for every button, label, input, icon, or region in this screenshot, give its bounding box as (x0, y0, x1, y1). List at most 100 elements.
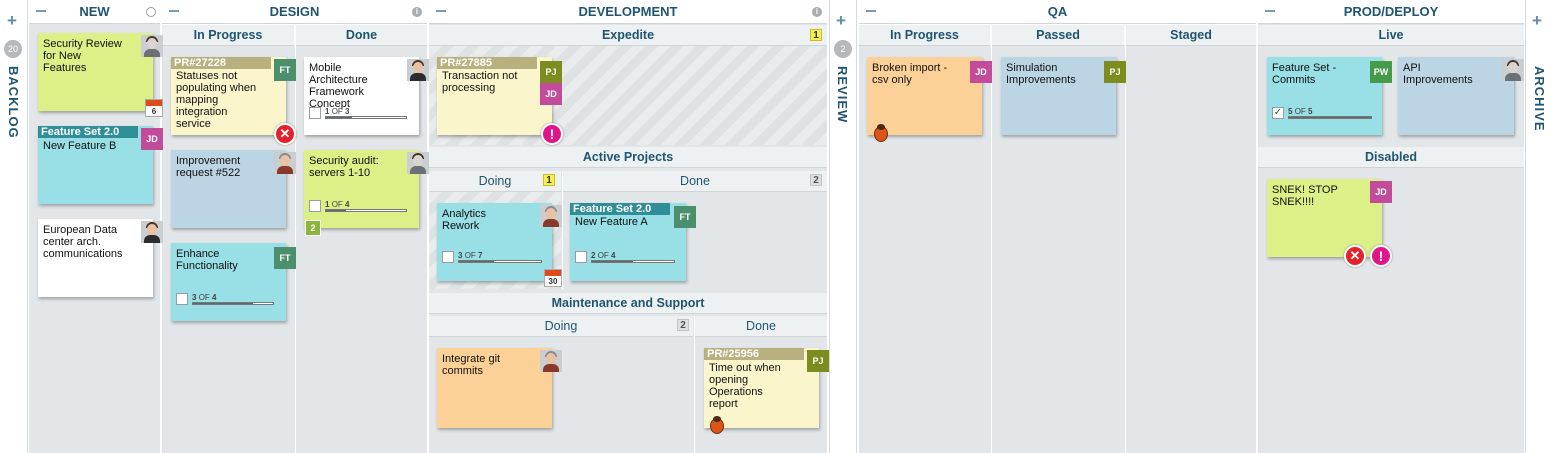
swimlane-live[interactable]: Live (1258, 25, 1524, 46)
card-title: New Feature A (575, 216, 648, 228)
exclamation-icon[interactable]: ! (541, 123, 563, 145)
subcolumn-ms-doing[interactable]: Doing (429, 316, 693, 337)
backlog-expand-icon[interactable]: + (7, 12, 17, 29)
card-analytics-rework[interactable]: Analytics Rework 3 OF 7 30 (437, 203, 562, 287)
card-title: Feature Set - Commits (1272, 62, 1337, 86)
subcolumn-design-in-progress[interactable]: In Progress (162, 25, 294, 46)
column-header-qa[interactable]: QA (859, 0, 1256, 24)
task-progress[interactable]: 1 OF 3 (309, 107, 409, 119)
subcolumn-qa-passed[interactable]: Passed (992, 25, 1124, 46)
card-type-band: Feature Set 2.0 (38, 126, 138, 138)
ms-doing-wip-limit: 2 (677, 319, 689, 331)
x-circle-icon[interactable]: ✕ (1344, 245, 1366, 267)
task-progress[interactable]: ✓ 5 OF 5 (1272, 107, 1377, 119)
card-title: Transaction not processing (442, 70, 518, 94)
collapse-development-icon[interactable] (436, 10, 446, 12)
collapse-qa-icon[interactable] (866, 10, 876, 12)
card-type-band: PR#27228 (171, 57, 271, 69)
user-avatar[interactable] (1502, 59, 1524, 81)
card-mobile-architecture[interactable]: Mobile Architecture Framework Concept 1 … (304, 57, 429, 135)
card-pr27228[interactable]: PR#27228 Statuses not populating when ma… (171, 57, 296, 145)
review-label[interactable]: REVIEW (835, 66, 850, 123)
subcolumn-qa-staged[interactable]: Staged (1126, 25, 1256, 46)
bug-icon[interactable] (710, 416, 724, 434)
task-progress[interactable]: 2 OF 4 (575, 251, 680, 263)
qa-divider-1 (991, 46, 992, 453)
new-options-icon[interactable] (146, 7, 156, 17)
archive-label[interactable]: ARCHIVE (1532, 66, 1547, 132)
swimlane-expedite[interactable]: Expedite (429, 25, 827, 46)
task-progress[interactable]: 3 OF 7 (442, 251, 547, 263)
user-avatar[interactable]: PW (1370, 61, 1392, 83)
column-header-prod[interactable]: PROD/DEPLOY (1258, 0, 1524, 24)
card-security-audit[interactable]: Security audit: servers 1-10 1 OF 4 2 (304, 150, 429, 236)
kanban-board: + 20 BACKLOG NEW DESIGN i In Progress Do… (0, 0, 1554, 453)
collapse-prod-icon[interactable] (1265, 10, 1275, 12)
qa-divider-2 (1125, 46, 1126, 453)
user-avatar[interactable]: PJ (807, 350, 829, 372)
column-header-design[interactable]: DESIGN (162, 0, 427, 24)
column-header-new[interactable]: NEW (29, 0, 160, 24)
swimlane-active-projects[interactable]: Active Projects (429, 147, 827, 168)
subcolumn-design-done[interactable]: Done (296, 25, 427, 46)
user-avatar[interactable] (407, 59, 429, 81)
card-title: API Improvements (1403, 62, 1473, 86)
card-feature-set-commits[interactable]: Feature Set - Commits PW ✓ 5 OF 5 (1267, 57, 1392, 135)
card-integrate-git[interactable]: Integrate git commits (437, 348, 562, 428)
info-icon[interactable]: i (412, 7, 422, 17)
subcolumn-ap-doing[interactable]: Doing (429, 171, 561, 192)
subcolumn-ms-done[interactable]: Done (695, 316, 827, 337)
user-avatar[interactable] (407, 152, 429, 174)
user-avatar[interactable]: PJ (1104, 61, 1126, 83)
user-avatar[interactable]: FT (674, 206, 696, 228)
user-avatar[interactable] (141, 35, 163, 57)
review-expand-icon[interactable]: + (836, 12, 846, 29)
user-avatar[interactable] (540, 350, 562, 372)
backlog-label[interactable]: BACKLOG (6, 66, 21, 139)
column-header-development[interactable]: DEVELOPMENT (429, 0, 827, 24)
card-new-feature-b[interactable]: Feature Set 2.0 New Feature B JD (38, 126, 163, 204)
user-avatar[interactable] (540, 205, 562, 227)
info-icon[interactable]: i (812, 7, 822, 17)
exclamation-icon[interactable]: ! (1370, 245, 1392, 267)
swimlane-disabled[interactable]: Disabled (1258, 147, 1524, 168)
card-title: Enhance Functionality (176, 248, 238, 272)
user-avatar[interactable] (274, 152, 296, 174)
user-avatar[interactable]: PJ (540, 61, 562, 83)
card-improvement-522[interactable]: Improvement request #522 (171, 150, 296, 228)
progress-fill (1289, 117, 1371, 118)
bug-icon[interactable] (874, 124, 888, 142)
x-circle-icon[interactable]: ✕ (274, 123, 296, 145)
subtask-count-badge[interactable]: 2 (305, 220, 321, 236)
collapse-design-icon[interactable] (169, 10, 179, 12)
ap-doing-wip-limit: 1 (543, 174, 555, 186)
card-simulation[interactable]: Simulation Improvements PJ (1001, 57, 1126, 135)
user-avatar[interactable]: JD (1370, 181, 1392, 203)
user-avatar[interactable]: JD (540, 83, 562, 105)
card-type-band: PR#25956 (704, 348, 804, 360)
subcolumn-ap-done[interactable]: Done (563, 171, 827, 192)
task-progress[interactable]: 3 OF 4 (176, 293, 276, 305)
swimlane-maintenance[interactable]: Maintenance and Support (429, 293, 827, 314)
archive-expand-icon[interactable]: + (1532, 12, 1542, 29)
card-api-improvements[interactable]: API Improvements (1398, 57, 1524, 135)
card-security-review[interactable]: Security Review for New Features 6 (38, 33, 163, 117)
collapse-new-icon[interactable] (36, 10, 46, 12)
user-avatar[interactable]: JD (141, 128, 163, 150)
card-european-dc[interactable]: European Data center arch. communication… (38, 219, 163, 297)
card-snek[interactable]: SNEK! STOP SNEK!!!! JD ✕ ! (1267, 179, 1392, 267)
user-avatar[interactable] (141, 221, 163, 243)
progress-bar (1288, 116, 1372, 119)
user-avatar[interactable]: JD (970, 61, 992, 83)
card-enhance[interactable]: Enhance Functionality FT 3 OF 4 (171, 243, 296, 321)
subcolumn-qa-in-progress[interactable]: In Progress (859, 25, 990, 46)
task-progress[interactable]: 1 OF 4 (309, 200, 409, 212)
card-new-feature-a[interactable]: Feature Set 2.0 New Feature A FT 2 OF 4 (570, 203, 696, 281)
user-avatar[interactable]: FT (274, 59, 296, 81)
card-broken-import[interactable]: Broken import - csv only JD (867, 57, 992, 142)
calendar-icon[interactable]: 30 (544, 269, 562, 287)
calendar-icon[interactable]: 6 (145, 99, 163, 117)
user-avatar[interactable]: FT (274, 247, 296, 269)
card-pr25956[interactable]: PR#25956 Time out when opening Operation… (704, 348, 829, 434)
card-pr27885[interactable]: PR#27885 Transaction not processing PJ J… (437, 57, 563, 145)
